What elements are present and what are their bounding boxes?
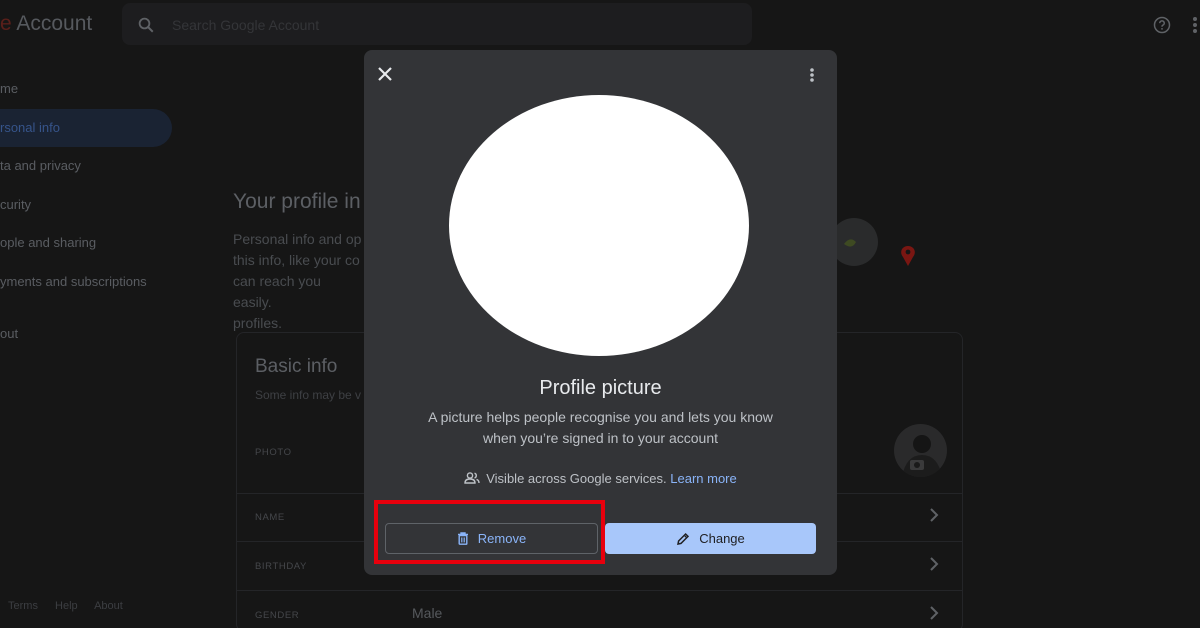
more-vert-icon[interactable]	[807, 66, 817, 84]
dialog-title: Profile picture	[539, 377, 662, 399]
remove-button[interactable]: Remove	[385, 523, 598, 554]
apps-icon[interactable]	[1191, 16, 1200, 34]
row-label-name: NAME	[255, 512, 285, 523]
page-title: Your profile in	[233, 190, 361, 213]
profile-illustration	[836, 218, 915, 266]
footer-link-about[interactable]: About	[94, 600, 123, 612]
sidebar-item-about[interactable]: out	[0, 315, 175, 354]
brand-text: Account	[11, 12, 93, 35]
search-bar[interactable]: Search Google Account	[122, 3, 752, 45]
visibility-text: Visible across Google services.	[486, 471, 667, 486]
row-label-photo: PHOTO	[255, 447, 292, 458]
footer-link-terms[interactable]: Terms	[8, 600, 38, 612]
footer-links: Terms Help About	[8, 600, 137, 612]
sidebar-item-label: me	[0, 81, 19, 96]
pencil-icon	[677, 532, 690, 545]
profile-photo-preview	[449, 95, 749, 356]
sidebar-item-home[interactable]: me	[0, 70, 175, 109]
sidebar-nav: me rsonal info ta and privacy curity opl…	[0, 70, 175, 354]
change-button[interactable]: Change	[605, 523, 816, 554]
sidebar-item-label: yments and subscriptions	[0, 273, 147, 289]
sidebar-item-personal-info[interactable]: rsonal info	[0, 108, 172, 147]
brand-letter: e	[0, 12, 12, 35]
page-description: Personal info and op this info, like you…	[233, 231, 362, 331]
sidebar-item-payments[interactable]: yments and subscriptions	[0, 263, 175, 302]
row-value-gender: Male	[412, 605, 443, 621]
sidebar-item-label: out	[0, 326, 19, 341]
footer-link-help[interactable]: Help	[55, 600, 78, 612]
row-divider	[237, 590, 962, 591]
sidebar-item-label: curity	[0, 196, 32, 212]
profile-picture-dialog: Profile picture A picture helps people r…	[364, 50, 837, 575]
visibility-note: Visible across Google services. Learn mo…	[364, 471, 837, 486]
card-subtitle: Some info may be v	[255, 388, 362, 402]
help-circle-icon[interactable]	[1153, 16, 1171, 34]
avatar[interactable]	[894, 424, 947, 477]
chevron-right-icon[interactable]	[929, 606, 939, 620]
change-button-label: Change	[699, 531, 745, 546]
people-icon	[464, 472, 480, 484]
learn-more-link[interactable]: Learn more	[670, 471, 736, 486]
dialog-description: A picture helps people recognise you and…	[428, 409, 773, 446]
remove-button-label: Remove	[477, 531, 527, 546]
row-label-birthday: BIRTHDAY	[255, 561, 307, 572]
sidebar-item-people-sharing[interactable]: ople and sharing	[0, 224, 175, 263]
sidebar-item-data-privacy[interactable]: ta and privacy	[0, 147, 175, 186]
sidebar-item-security[interactable]: curity	[0, 186, 175, 225]
card-title: Basic info	[255, 356, 338, 377]
search-icon[interactable]	[137, 16, 155, 34]
trash-icon	[457, 532, 468, 545]
sidebar-item-label: rsonal info	[0, 119, 60, 135]
sidebar-item-label: ta and privacy	[0, 158, 81, 173]
chevron-right-icon[interactable]	[929, 557, 939, 571]
search-input[interactable]: Search Google Account	[172, 17, 319, 33]
chevron-right-icon[interactable]	[929, 508, 939, 522]
close-icon[interactable]	[377, 66, 393, 82]
brand-logo[interactable]: e Account	[0, 12, 92, 36]
sidebar-item-label: ople and sharing	[0, 235, 97, 250]
app-header: e Account Search Google Account	[0, 0, 1200, 50]
row-label-gender: GENDER	[255, 610, 300, 621]
